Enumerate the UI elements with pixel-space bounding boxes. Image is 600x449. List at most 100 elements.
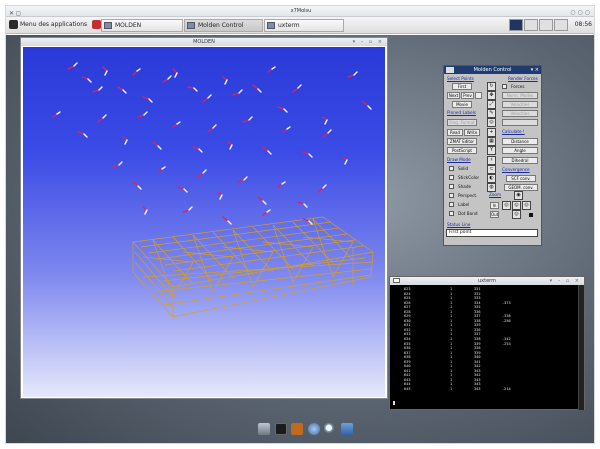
velocities-button-2[interactable]: Velocities <box>502 110 538 117</box>
window-icon <box>267 22 275 29</box>
color-swatch[interactable] <box>529 213 533 217</box>
workspace-1[interactable] <box>509 19 523 31</box>
window-icon <box>104 22 112 29</box>
dot-bond-checkbox[interactable] <box>449 211 454 216</box>
label-label: Label <box>458 202 470 207</box>
close-icon[interactable]: ▾ × <box>531 66 539 74</box>
uxterm-title: uxterm <box>477 278 496 284</box>
control-title: Molden Control <box>473 67 512 73</box>
blank-button[interactable] <box>502 119 538 126</box>
search-icon[interactable] <box>324 423 337 435</box>
zoom-heading: Zoom <box>489 192 502 197</box>
reset-view-icon[interactable]: ◉ <box>514 191 523 200</box>
write-button[interactable]: Write <box>464 129 480 136</box>
molecule-icon[interactable]: ♯ <box>487 156 496 165</box>
edit-icon[interactable]: ✎ <box>487 109 496 118</box>
molecule-viewport[interactable] <box>23 47 385 397</box>
terminal-icon[interactable] <box>274 423 287 435</box>
applications-menu[interactable]: Menu des applications <box>9 20 102 29</box>
folder-icon[interactable] <box>340 423 353 435</box>
molden-title: MOLDEN <box>193 39 215 45</box>
zmat-editor-button[interactable]: ZMAT Editor <box>447 138 477 145</box>
zoom-in-button[interactable]: In <box>490 202 499 209</box>
zoom-out-button[interactable]: Out <box>490 211 499 218</box>
norm-modes-button[interactable]: Norm. Modes <box>502 92 538 99</box>
stickcolor-label: StickColor <box>458 175 480 180</box>
distance-button[interactable]: Distance <box>502 138 538 145</box>
workspace-switcher[interactable] <box>509 19 568 31</box>
molden-window: MOLDEN ▾ – ▫ × <box>20 37 388 399</box>
task-molden-control[interactable]: Molden Control <box>184 19 263 32</box>
terminal-cell: 645 <box>404 387 411 392</box>
molden-titlebar[interactable]: MOLDEN ▾ – ▫ × <box>21 38 387 46</box>
first-button[interactable]: First <box>452 83 472 90</box>
freq-format-button[interactable]: Freq. Format <box>447 119 477 126</box>
window-controls[interactable]: ▾ – ▫ × <box>550 277 581 285</box>
velocities-button[interactable]: Velocities <box>502 101 538 108</box>
flag-icon[interactable] <box>92 20 102 29</box>
uxterm-titlebar[interactable]: uxterm ▾ – ▫ × <box>390 277 584 285</box>
rotate-z-icon[interactable]: ◎ <box>522 201 531 210</box>
workspace-4[interactable] <box>554 19 568 31</box>
bond-icon[interactable]: Y <box>487 146 496 155</box>
step-button[interactable] <box>475 92 482 99</box>
gold-lattice <box>132 216 374 318</box>
shade-checkbox[interactable] <box>449 184 454 189</box>
rotate-icon[interactable]: ↻ <box>487 82 496 91</box>
solid-label: Solid <box>458 166 469 171</box>
status-text-field: First point <box>446 229 538 237</box>
terminal-cell: 343 <box>474 387 481 392</box>
perspect-checkbox[interactable] <box>449 193 454 198</box>
task-molden[interactable]: MOLDEN <box>101 19 183 32</box>
control-titlebar[interactable]: Molden Control ▾ × <box>444 66 541 74</box>
computer-icon[interactable] <box>258 423 271 435</box>
settings-icon[interactable]: ◎ <box>487 118 496 127</box>
angle-button[interactable]: Angle <box>502 147 538 154</box>
movie-button[interactable]: Movie <box>452 101 472 108</box>
spin-icon[interactable]: ◎ <box>512 210 521 219</box>
dihedral-button[interactable]: Dihedral <box>502 157 538 164</box>
grid-icon[interactable]: ▦ <box>487 137 496 146</box>
molden-control-window: Molden Control ▾ × Select Points Render … <box>443 65 542 246</box>
solid-checkbox[interactable] <box>449 166 454 171</box>
bird-icon <box>9 20 18 29</box>
zoom-view-icon[interactable]: ⤢ <box>487 100 496 109</box>
terminal-output[interactable]: 623 1 331 624 1 332 625 1 333 626 1 334 -373 627 1 335 6… <box>390 287 576 392</box>
task-label: Molden Control <box>198 22 244 29</box>
forces-checkbox[interactable] <box>502 84 507 89</box>
rotate-x-icon[interactable]: ◎ <box>502 201 511 210</box>
window-icon <box>187 22 195 29</box>
dock <box>253 420 358 438</box>
surface-icon[interactable]: ◍ <box>487 183 496 192</box>
calculate-heading: Calculate ! <box>502 129 525 134</box>
workspace-2[interactable] <box>524 19 538 31</box>
terminal-scrollbar[interactable] <box>578 285 584 410</box>
clock[interactable]: 08:56 <box>575 21 592 28</box>
postscript-button[interactable]: PostScript <box>447 147 477 154</box>
read-button[interactable]: Read <box>447 129 463 136</box>
next-button[interactable]: Next <box>447 92 460 99</box>
window-controls[interactable]: ▾ – ▫ × <box>353 38 384 46</box>
uxterm-window: uxterm ▾ – ▫ × 623 1 331 624 1 332 625 1 333 626 1… <box>389 276 585 410</box>
translate-icon[interactable]: ✥ <box>487 91 496 100</box>
terminal-cursor <box>393 401 395 405</box>
ring-icon[interactable]: ⊂ <box>487 165 496 174</box>
orbital-icon[interactable]: ◐ <box>487 174 496 183</box>
workspace-3[interactable] <box>539 19 553 31</box>
scf-conv-button[interactable]: SCF conv. <box>506 175 536 182</box>
status-line-heading: Status Line <box>447 222 471 227</box>
render-forces-heading: Render Forces <box>508 76 538 81</box>
stickcolor-checkbox[interactable] <box>449 175 454 180</box>
rotate-y-icon[interactable]: ◎ <box>512 201 521 210</box>
geom-conv-button[interactable]: GEOM. conv. <box>504 184 538 191</box>
task-uxterm[interactable]: uxterm <box>264 19 344 32</box>
window-icon <box>446 67 454 73</box>
dot-bond-label: Dot Bond <box>458 211 478 216</box>
archive-icon[interactable] <box>291 423 304 435</box>
water-molecules <box>52 62 372 225</box>
label-checkbox[interactable] <box>449 202 454 207</box>
globe-icon[interactable] <box>307 423 320 435</box>
draw-mode-heading: Draw Mode <box>447 157 471 162</box>
add-atom-icon[interactable]: + <box>487 128 496 137</box>
prev-button[interactable]: Prev <box>461 92 474 99</box>
